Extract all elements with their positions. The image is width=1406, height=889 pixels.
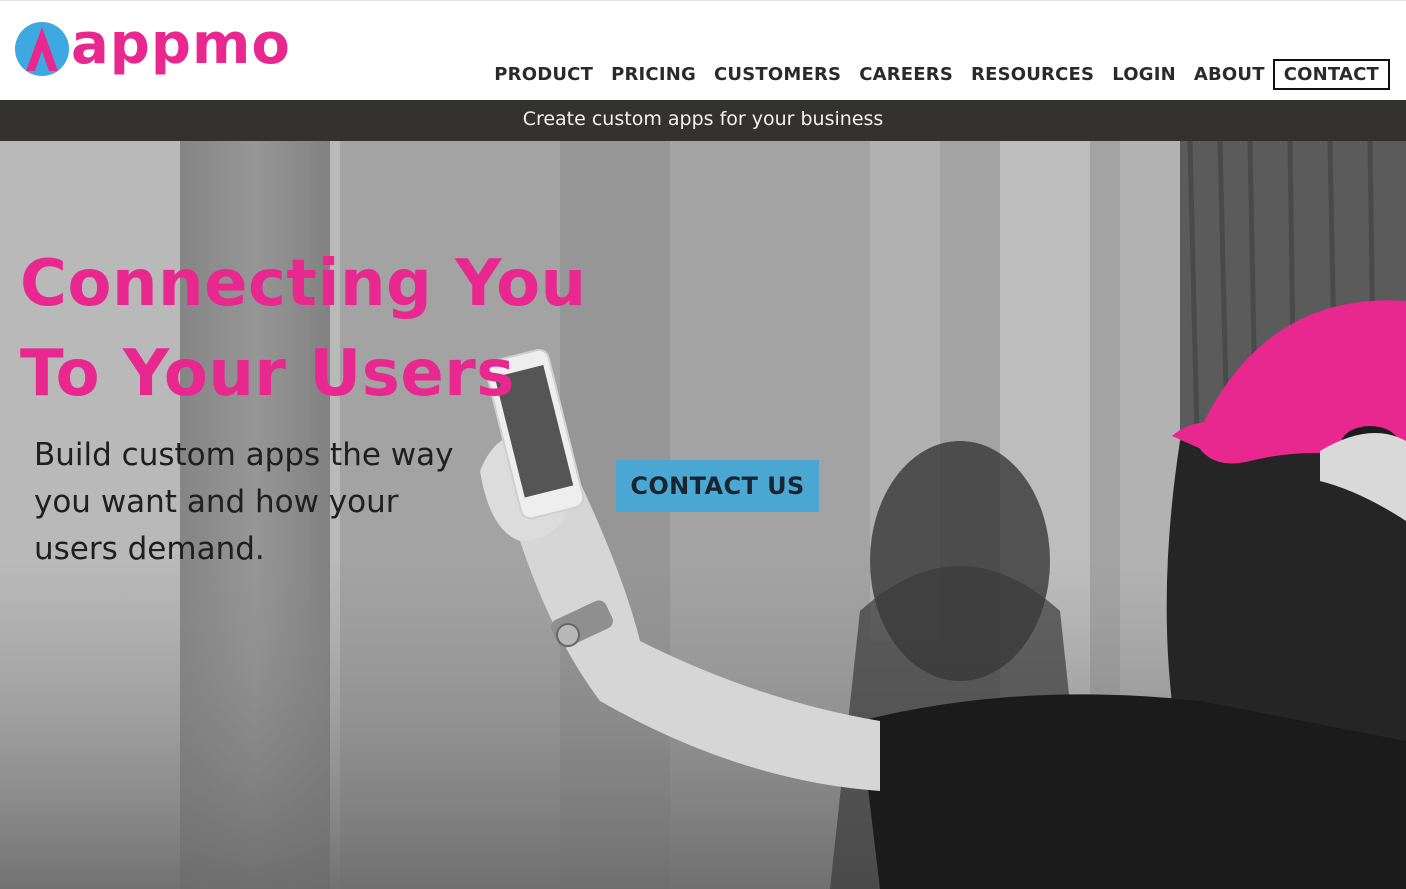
contact-us-button[interactable]: CONTACT US (616, 460, 819, 512)
appmo-a-icon (15, 22, 69, 76)
nav-careers[interactable]: CAREERS (859, 64, 953, 85)
nav-resources[interactable]: RESOURCES (971, 64, 1094, 85)
hero-section: Connecting You To Your Users Build custo… (0, 141, 1406, 889)
hero-headline: Connecting You To Your Users (20, 239, 587, 419)
logo[interactable]: appmo (14, 12, 291, 79)
nav-login[interactable]: LOGIN (1112, 64, 1176, 85)
nav-about[interactable]: ABOUT (1194, 64, 1265, 85)
hero-subtext: Build custom apps the way you want and h… (34, 437, 454, 567)
tagline-text: Create custom apps for your business (522, 108, 884, 130)
nav-pricing[interactable]: PRICING (611, 64, 696, 85)
tagline-bar: Create custom apps for your business (0, 100, 1406, 141)
site-header: appmo PRODUCT PRICING CUSTOMERS CAREERS … (0, 0, 1406, 100)
nav-customers[interactable]: CUSTOMERS (714, 64, 841, 85)
nav-product[interactable]: PRODUCT (494, 64, 593, 85)
hero-headline-line-2: To Your Users (20, 337, 515, 411)
logo-wordmark: appmo (71, 12, 291, 77)
main-nav: PRODUCT PRICING CUSTOMERS CAREERS RESOUR… (476, 59, 1390, 90)
hero-headline-line-1: Connecting You (20, 247, 587, 321)
nav-contact-button[interactable]: CONTACT (1272, 59, 1390, 90)
